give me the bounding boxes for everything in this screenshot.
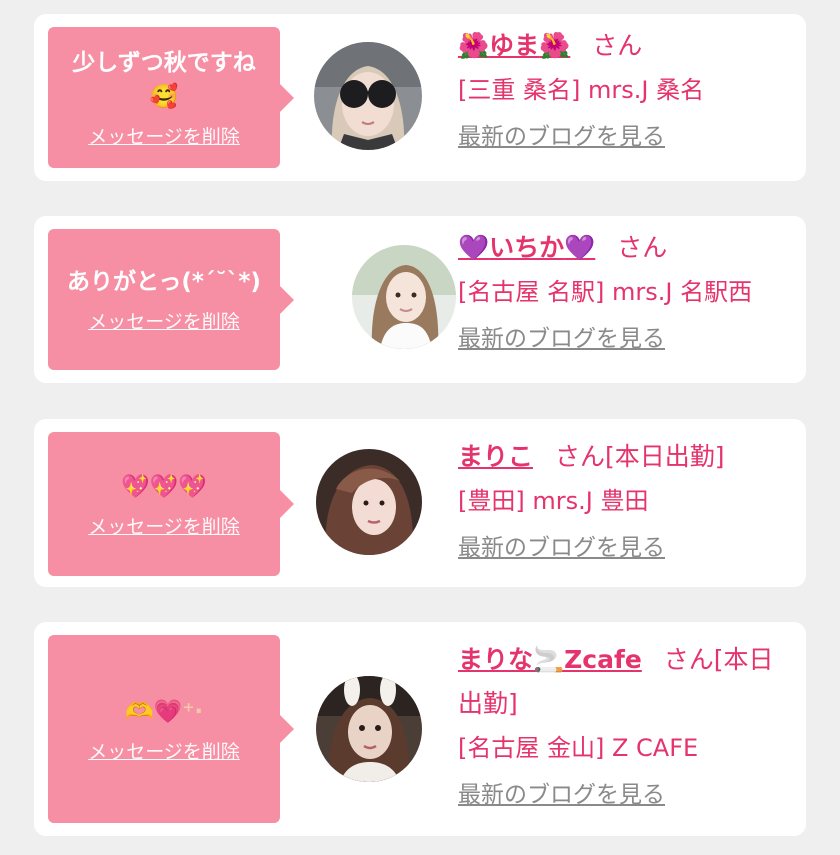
message-bubble: 少しずつ秋ですね 🥰 メッセージを削除: [48, 27, 294, 168]
avatar[interactable]: [314, 42, 422, 150]
avatar-icon: [352, 245, 456, 349]
avatar[interactable]: [316, 676, 422, 782]
delete-message-link[interactable]: メッセージを削除: [88, 122, 240, 149]
message-bubble: 💖💖💖 メッセージを削除: [48, 432, 294, 576]
cast-name-link[interactable]: 💜いちか💜: [458, 233, 595, 262]
list-item: 少しずつ秋ですね 🥰 メッセージを削除 🌺ゆま🌺 さん [三重 桑名] mrs.J …: [34, 14, 806, 181]
favorite-list: 少しずつ秋ですね 🥰 メッセージを削除 🌺ゆま🌺 さん [三重 桑名] mrs.J …: [0, 0, 840, 855]
shop-label: [豊田] mrs.J 豊田: [458, 487, 649, 515]
honorific: さん: [663, 645, 714, 674]
list-item: 💖💖💖 メッセージを削除 まりこ さん[本日出勤] [豊田] mrs.J 豊田 最…: [34, 419, 806, 587]
avatar-icon: [316, 676, 422, 782]
message-emoji: 🥰: [149, 84, 179, 110]
honorific: さん: [592, 31, 643, 60]
name-line: まりな🚬Zcafe さん[本日出勤]: [458, 638, 792, 726]
name-line: まりこ さん[本日出勤]: [458, 435, 792, 479]
cast-name-link[interactable]: まりこ: [458, 442, 533, 471]
message-bubble: ありがとっ(*´˘`*) メッセージを削除: [48, 229, 294, 370]
delete-message-link[interactable]: メッセージを削除: [88, 512, 240, 539]
name-line: 🌺ゆま🌺 さん: [458, 24, 792, 68]
list-item: ありがとっ(*´˘`*) メッセージを削除 💜いちか💜 さん [名古屋 名駅] m…: [34, 216, 806, 383]
shop-label: [名古屋 金山] Z CAFE: [458, 734, 699, 762]
name-line: 💜いちか💜 さん: [458, 226, 792, 270]
shop-label: [名古屋 名駅] mrs.J 名駅西: [458, 278, 753, 306]
message-bubble: 🫶💗⁺‧ メッセージを削除: [48, 635, 294, 823]
honorific: さん: [555, 442, 606, 471]
cast-info: 💜いちか💜 さん [名古屋 名駅] mrs.J 名駅西 最新のブログを見る: [458, 226, 792, 358]
cast-name-link[interactable]: まりな🚬Zcafe: [458, 645, 642, 674]
cast-info: 🌺ゆま🌺 さん [三重 桑名] mrs.J 桑名 最新のブログを見る: [458, 24, 792, 156]
message-emoji: 💖💖💖: [121, 473, 207, 500]
avatar[interactable]: [352, 245, 456, 349]
list-item: 🫶💗⁺‧ メッセージを削除 まりな🚬Zcafeさん[本日出勤] [名古屋 金山: [34, 622, 806, 836]
message-text: 少しずつ秋ですね 🥰: [72, 50, 256, 110]
status-badge: [本日出勤]: [605, 442, 725, 471]
delete-message-link[interactable]: メッセージを削除: [88, 307, 240, 334]
message-text: ありがとっ(*´˘`*): [67, 269, 261, 295]
latest-blog-link[interactable]: 最新のブログを見る: [458, 776, 665, 814]
honorific: さん: [617, 233, 668, 262]
latest-blog-link[interactable]: 最新のブログを見る: [458, 529, 665, 567]
shop-label: [三重 桑名] mrs.J 桑名: [458, 76, 705, 104]
message-emoji: 🫶💗⁺‧: [125, 698, 203, 725]
avatar-icon: [316, 449, 422, 555]
latest-blog-link[interactable]: 最新のブログを見る: [458, 118, 665, 156]
cast-info: まりな🚬Zcafe さん[本日出勤] [名古屋 金山] Z CAFE 最新のブログ…: [458, 638, 792, 814]
avatar[interactable]: [316, 449, 422, 555]
cast-name-link[interactable]: 🌺ゆま🌺: [458, 31, 570, 60]
cast-info: まりこ さん[本日出勤] [豊田] mrs.J 豊田 最新のブログを見る: [458, 435, 792, 567]
avatar-icon: [314, 42, 422, 150]
latest-blog-link[interactable]: 最新のブログを見る: [458, 320, 665, 358]
delete-message-link[interactable]: メッセージを削除: [88, 737, 240, 764]
